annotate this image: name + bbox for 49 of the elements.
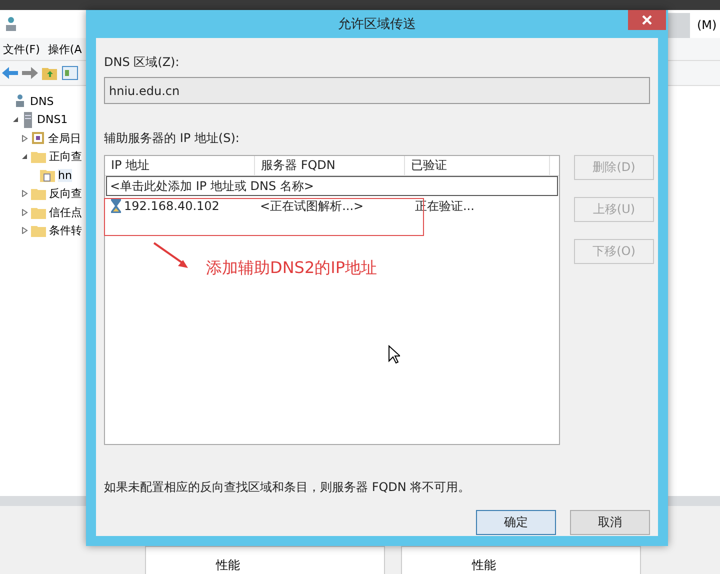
field-label: 辅助服务器的 IP 地址(S): (104, 130, 240, 147)
console-tree-icon[interactable] (62, 66, 78, 80)
dialog-button[interactable]: 取消 (570, 510, 650, 535)
expand-arrow-icon[interactable] (20, 134, 28, 142)
collapse-arrow-icon[interactable] (20, 153, 28, 160)
hourglass-icon (111, 199, 121, 213)
expand-arrow-icon[interactable] (20, 227, 28, 234)
column-header[interactable]: IP 地址 (105, 156, 255, 175)
dialog-title: 允许区域传送 (338, 16, 416, 33)
column-header[interactable]: 已验证 (405, 156, 550, 175)
tree-item[interactable]: 反向查 (49, 186, 82, 202)
folder-icon (31, 224, 46, 238)
tree-item[interactable]: hn (58, 168, 72, 182)
field-label: DNS 区域(Z): (104, 54, 180, 71)
back-arrow-icon[interactable] (2, 66, 18, 80)
zone-field[interactable]: hniu.edu.cn (104, 77, 650, 104)
annotation-text: 添加辅助DNS2的IP地址 (206, 258, 377, 279)
dns-server-icon (13, 94, 27, 108)
add-server-field[interactable]: <单击此处添加 IP 地址或 DNS 名称> (106, 176, 558, 196)
tree-item[interactable]: DNS1 (37, 113, 68, 126)
column-header[interactable]: 服务器 FQDN (255, 156, 405, 175)
menu-item[interactable]: (M) (697, 18, 717, 32)
app-icon (4, 16, 18, 32)
menu-item[interactable]: 操作(A (48, 42, 82, 56)
tree-item[interactable]: 正向查 (49, 149, 82, 164)
server-icon (22, 112, 34, 128)
folder-icon (31, 150, 46, 164)
dialog-button[interactable]: 确定 (476, 510, 556, 535)
menu-item[interactable]: 文件(F) (3, 42, 40, 56)
tree-item[interactable]: 信任点 (49, 204, 82, 220)
table-cell-text: <正在试图解析...> (259, 198, 365, 214)
cursor-icon (388, 345, 400, 364)
log-book-icon (31, 131, 45, 146)
folder-icon (31, 206, 46, 219)
folder-up-icon[interactable] (42, 66, 58, 80)
table-cell: 192.168.40.102 (124, 199, 220, 213)
panel-title: 性能 (216, 558, 240, 572)
close-icon (642, 15, 652, 25)
forward-arrow-icon[interactable] (22, 66, 38, 80)
expand-arrow-icon[interactable] (20, 190, 28, 198)
collapse-arrow-icon[interactable] (12, 116, 18, 124)
zone-file-icon (40, 168, 55, 182)
folder-icon (31, 187, 46, 200)
expand-arrow-icon[interactable] (20, 208, 28, 216)
tree-item[interactable]: 全局日 (48, 130, 81, 146)
note-text: 如果未配置相应的反向查找区域和条目，则服务器 FQDN 将不可用。 (104, 479, 472, 496)
tree-item[interactable]: 条件转 (49, 223, 82, 238)
tree-item[interactable]: DNS (30, 94, 54, 108)
panel-title: 性能 (472, 558, 496, 572)
